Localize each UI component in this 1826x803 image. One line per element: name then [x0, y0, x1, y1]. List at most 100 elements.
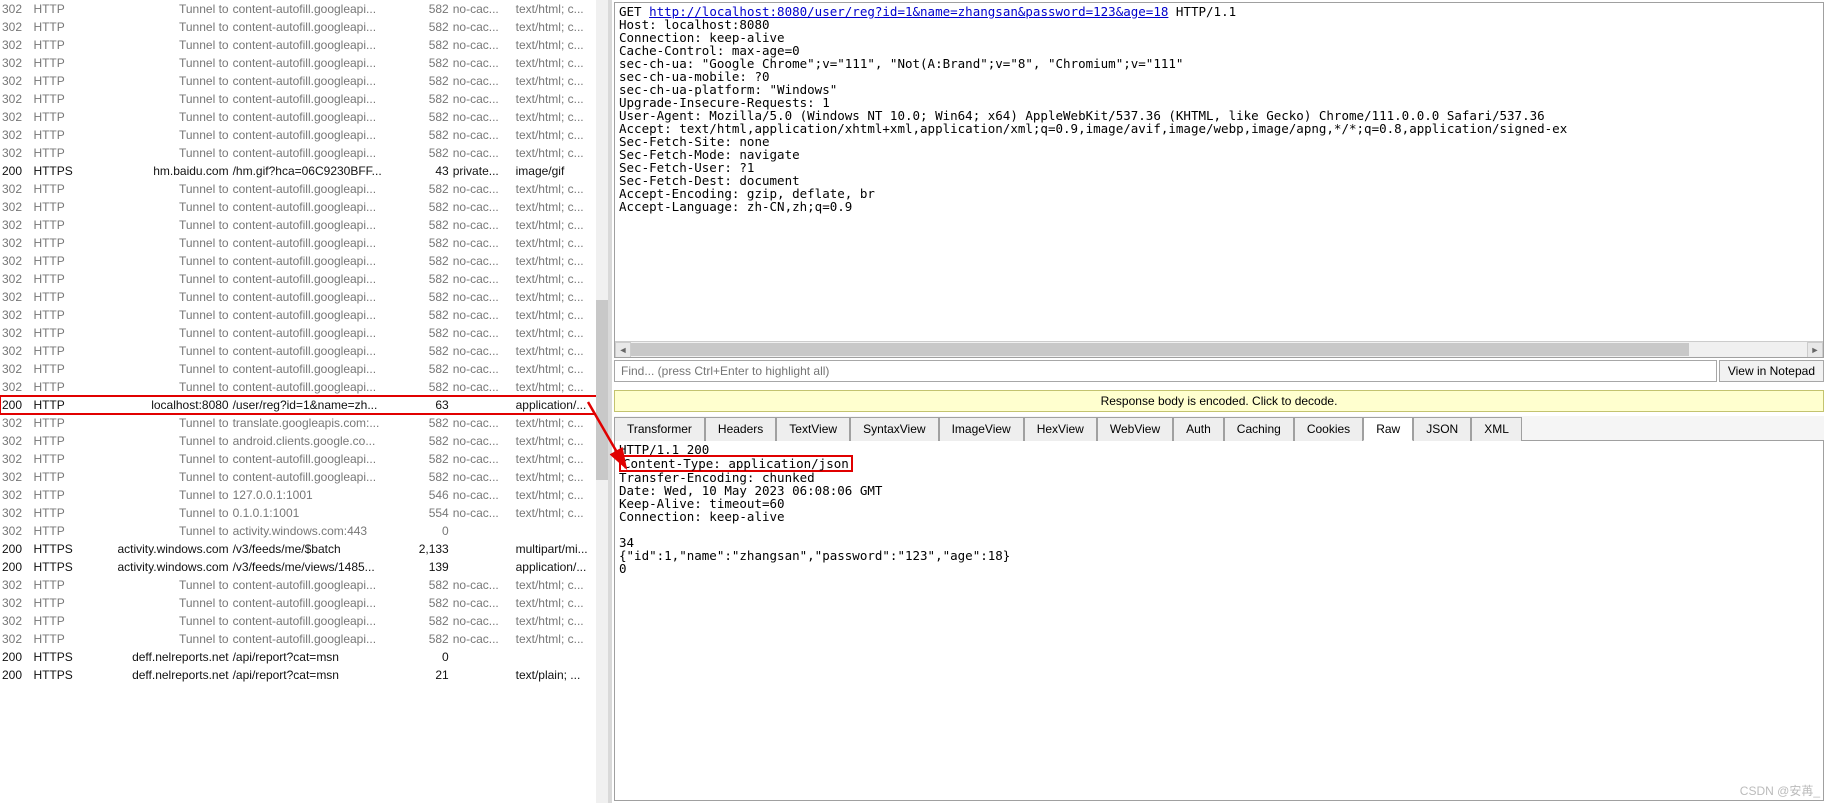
- table-row[interactable]: 302HTTPTunnel tocontent-autofill.googlea…: [0, 72, 608, 90]
- cell: no-cac...: [451, 432, 514, 450]
- table-row[interactable]: 302HTTPTunnel tocontent-autofill.googlea…: [0, 630, 608, 648]
- table-row[interactable]: 302HTTPTunnel tocontent-autofill.googlea…: [0, 612, 608, 630]
- table-row[interactable]: 302HTTPTunnel to127.0.0.1:1001546no-cac.…: [0, 486, 608, 504]
- tab-caching[interactable]: Caching: [1224, 417, 1294, 441]
- table-row[interactable]: 302HTTPTunnel tocontent-autofill.googlea…: [0, 594, 608, 612]
- table-row[interactable]: 200HTTPSactivity.windows.com/v3/feeds/me…: [0, 558, 608, 576]
- table-row[interactable]: 302HTTPTunnel tocontent-autofill.googlea…: [0, 378, 608, 396]
- tab-raw[interactable]: Raw: [1363, 417, 1413, 441]
- request-scroll-thumb[interactable]: [631, 343, 1689, 356]
- table-row[interactable]: 302HTTPTunnel tocontent-autofill.googlea…: [0, 144, 608, 162]
- table-row[interactable]: 302HTTPTunnel tocontent-autofill.googlea…: [0, 468, 608, 486]
- cell: 582: [398, 198, 450, 216]
- table-row[interactable]: 302HTTPTunnel tocontent-autofill.googlea…: [0, 90, 608, 108]
- cell: text/html; c...: [514, 468, 608, 486]
- sessions-scroll-thumb[interactable]: [596, 300, 608, 480]
- cell: Tunnel to: [94, 0, 230, 18]
- table-row[interactable]: 302HTTPTunnel toandroid.clients.google.c…: [0, 432, 608, 450]
- scroll-right-arrow-icon[interactable]: ►: [1807, 342, 1823, 358]
- tab-textview[interactable]: TextView: [776, 417, 850, 441]
- cell: image/gif: [514, 162, 608, 180]
- cell: 582: [398, 306, 450, 324]
- table-row[interactable]: 200HTTPSdeff.nelreports.net/api/report?c…: [0, 648, 608, 666]
- tab-webview[interactable]: WebView: [1097, 417, 1173, 441]
- table-row[interactable]: 302HTTPTunnel toactivity.windows.com:443…: [0, 522, 608, 540]
- tab-syntaxview[interactable]: SyntaxView: [850, 417, 938, 441]
- table-row[interactable]: 302HTTPTunnel to0.1.0.1:1001554no-cac...…: [0, 504, 608, 522]
- tab-cookies[interactable]: Cookies: [1294, 417, 1363, 441]
- table-row[interactable]: 302HTTPTunnel tocontent-autofill.googlea…: [0, 252, 608, 270]
- response-raw-view[interactable]: HTTP/1.1 200Content-Type: application/js…: [614, 441, 1824, 801]
- table-row[interactable]: 302HTTPTunnel tocontent-autofill.googlea…: [0, 36, 608, 54]
- table-row[interactable]: 200HTTPSdeff.nelreports.net/api/report?c…: [0, 666, 608, 684]
- cell: no-cac...: [451, 18, 514, 36]
- cell: text/html; c...: [514, 90, 608, 108]
- cell: text/html; c...: [514, 180, 608, 198]
- tab-auth[interactable]: Auth: [1173, 417, 1224, 441]
- tab-xml[interactable]: XML: [1471, 417, 1522, 441]
- table-row[interactable]: 302HTTPTunnel totranslate.googleapis.com…: [0, 414, 608, 432]
- cell: Tunnel to: [94, 378, 230, 396]
- cell: HTTPS: [31, 666, 94, 684]
- response-line: Date: Wed, 10 May 2023 06:08:06 GMT: [619, 484, 1819, 497]
- cell: 127.0.0.1:1001: [231, 486, 399, 504]
- cell: no-cac...: [451, 108, 514, 126]
- view-in-notepad-button[interactable]: View in Notepad: [1719, 360, 1824, 382]
- tab-headers[interactable]: Headers: [705, 417, 776, 441]
- tab-imageview[interactable]: ImageView: [939, 417, 1024, 441]
- cell: HTTP: [31, 342, 94, 360]
- cell: no-cac...: [451, 450, 514, 468]
- cell: no-cac...: [451, 234, 514, 252]
- find-input[interactable]: [614, 360, 1717, 382]
- table-row[interactable]: 302HTTPTunnel tocontent-autofill.googlea…: [0, 180, 608, 198]
- cell: content-autofill.googleapi...: [231, 234, 399, 252]
- table-row[interactable]: 302HTTPTunnel tocontent-autofill.googlea…: [0, 306, 608, 324]
- table-row[interactable]: 302HTTPTunnel tocontent-autofill.googlea…: [0, 324, 608, 342]
- cell: HTTP: [31, 612, 94, 630]
- table-row[interactable]: 302HTTPTunnel tocontent-autofill.googlea…: [0, 234, 608, 252]
- cell: Tunnel to: [94, 144, 230, 162]
- tab-transformer[interactable]: Transformer: [614, 417, 705, 441]
- cell: no-cac...: [451, 468, 514, 486]
- sessions-pane: 302HTTPTunnel tocontent-autofill.googlea…: [0, 0, 612, 803]
- cell: content-autofill.googleapi...: [231, 270, 399, 288]
- tab-hexview[interactable]: HexView: [1024, 417, 1097, 441]
- cell: 582: [398, 54, 450, 72]
- cell: 302: [0, 72, 31, 90]
- table-row[interactable]: 302HTTPTunnel tocontent-autofill.googlea…: [0, 450, 608, 468]
- cell: text/html; c...: [514, 234, 608, 252]
- table-row[interactable]: 302HTTPTunnel tocontent-autofill.googlea…: [0, 576, 608, 594]
- table-row[interactable]: 302HTTPTunnel tocontent-autofill.googlea…: [0, 270, 608, 288]
- table-row[interactable]: 200HTTPShm.baidu.com/hm.gif?hca=06C9230B…: [0, 162, 608, 180]
- decode-bar[interactable]: Response body is encoded. Click to decod…: [614, 390, 1824, 412]
- request-scrollbar-horizontal[interactable]: ◄ ►: [615, 341, 1823, 357]
- cell: activity.windows.com:443: [231, 522, 399, 540]
- cell: [451, 666, 514, 684]
- table-row[interactable]: 302HTTPTunnel tocontent-autofill.googlea…: [0, 198, 608, 216]
- cell: HTTP: [31, 36, 94, 54]
- table-row[interactable]: 302HTTPTunnel tocontent-autofill.googlea…: [0, 216, 608, 234]
- table-row[interactable]: 302HTTPTunnel tocontent-autofill.googlea…: [0, 54, 608, 72]
- cell: content-autofill.googleapi...: [231, 72, 399, 90]
- table-row[interactable]: 302HTTPTunnel tocontent-autofill.googlea…: [0, 342, 608, 360]
- tab-json[interactable]: JSON: [1413, 417, 1471, 441]
- cell: Tunnel to: [94, 252, 230, 270]
- table-row[interactable]: 302HTTPTunnel tocontent-autofill.googlea…: [0, 360, 608, 378]
- table-row[interactable]: 302HTTPTunnel tocontent-autofill.googlea…: [0, 18, 608, 36]
- cell: 302: [0, 522, 31, 540]
- sessions-scrollbar[interactable]: [596, 0, 608, 803]
- scroll-left-arrow-icon[interactable]: ◄: [615, 342, 631, 358]
- table-row[interactable]: 200HTTPlocalhost:8080/user/reg?id=1&name…: [0, 396, 608, 414]
- table-row[interactable]: 302HTTPTunnel tocontent-autofill.googlea…: [0, 126, 608, 144]
- cell: no-cac...: [451, 54, 514, 72]
- table-row[interactable]: 302HTTPTunnel tocontent-autofill.googlea…: [0, 0, 608, 18]
- table-row[interactable]: 302HTTPTunnel tocontent-autofill.googlea…: [0, 108, 608, 126]
- sessions-table[interactable]: 302HTTPTunnel tocontent-autofill.googlea…: [0, 0, 608, 684]
- cell: 302: [0, 612, 31, 630]
- response-line: {"id":1,"name":"zhangsan","password":"12…: [619, 549, 1819, 562]
- cell: 582: [398, 468, 450, 486]
- table-row[interactable]: 200HTTPSactivity.windows.com/v3/feeds/me…: [0, 540, 608, 558]
- response-line: Keep-Alive: timeout=60: [619, 497, 1819, 510]
- request-raw-view[interactable]: GET http://localhost:8080/user/reg?id=1&…: [614, 2, 1824, 358]
- table-row[interactable]: 302HTTPTunnel tocontent-autofill.googlea…: [0, 288, 608, 306]
